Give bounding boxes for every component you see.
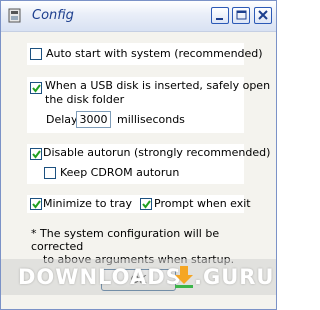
auto-start-checkbox[interactable] xyxy=(30,48,42,60)
tray-group: Minimize to tray Prompt when exit xyxy=(27,195,251,213)
usb-open-label-line2: the disk folder xyxy=(45,93,125,106)
usb-app-icon xyxy=(8,8,21,23)
maximize-button[interactable] xyxy=(232,7,250,24)
minimize-tray-label: Minimize to tray xyxy=(43,197,133,210)
close-icon xyxy=(258,10,268,20)
minimize-tray-checkbox[interactable] xyxy=(30,198,42,210)
keep-cdrom-label: Keep CDROM autorun xyxy=(60,166,180,179)
note-line1: * The system configuration will be corre… xyxy=(31,227,220,253)
prompt-exit-label: Prompt when exit xyxy=(154,197,251,210)
keep-cdrom-checkbox[interactable] xyxy=(44,167,56,179)
checkmark-icon xyxy=(142,200,151,209)
checkmark-icon xyxy=(32,84,41,93)
autorun-group: Disable autorun (strongly recommended) K… xyxy=(27,144,270,184)
usb-open-label-line1: When a USB disk is inserted, safely open xyxy=(45,79,271,92)
prompt-exit-checkbox[interactable] xyxy=(140,198,152,210)
checkmark-icon xyxy=(32,200,41,209)
disable-autorun-checkbox[interactable] xyxy=(30,148,42,160)
title-bar[interactable]: Config xyxy=(1,1,276,32)
minimize-icon xyxy=(216,18,223,20)
minimize-button[interactable] xyxy=(211,7,229,24)
download-arrow-icon xyxy=(175,266,193,288)
window-title: Config xyxy=(32,8,74,23)
config-window: Config Auto start with system (recommend… xyxy=(0,0,277,310)
delay-unit-label: milliseconds xyxy=(117,113,185,126)
delay-input[interactable]: 3000 xyxy=(76,111,111,128)
watermark-suffix: .GURU xyxy=(194,265,275,289)
auto-start-group: Auto start with system (recommended) xyxy=(27,43,263,65)
usb-open-checkbox[interactable] xyxy=(30,82,42,94)
delay-label: Delay xyxy=(46,113,78,126)
close-button[interactable] xyxy=(254,7,272,24)
maximize-icon xyxy=(236,10,247,20)
auto-start-label: Auto start with system (recommended) xyxy=(46,47,263,60)
disable-autorun-label: Disable autorun (strongly recommended) xyxy=(43,146,271,159)
watermark-brand: DOWNLOADS xyxy=(18,265,182,289)
checkmark-icon xyxy=(32,150,41,159)
